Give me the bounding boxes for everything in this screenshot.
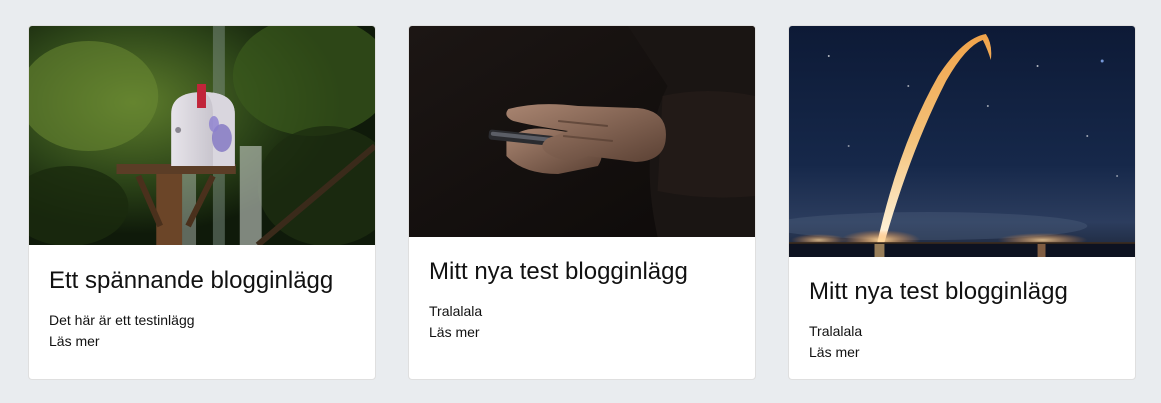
- post-excerpt: Tralalala: [809, 323, 863, 339]
- post-excerpt: Tralalala: [429, 303, 483, 319]
- read-more-link[interactable]: Läs mer: [49, 331, 355, 352]
- read-more-link[interactable]: Läs mer: [429, 322, 735, 343]
- post-title: Mitt nya test blogginlägg: [429, 258, 688, 285]
- post-excerpt: Det här är ett testinlägg: [49, 312, 195, 328]
- phone-hands-image[interactable]: [409, 26, 755, 237]
- blog-post-card[interactable]: Ett spännande blogginlägg Det här är ett…: [28, 25, 376, 380]
- read-more-link[interactable]: Läs mer: [809, 342, 1115, 363]
- mailbox-image[interactable]: [29, 26, 375, 245]
- blog-post-card[interactable]: Mitt nya test blogginlägg Tralalala Läs …: [788, 25, 1136, 380]
- blog-post-card[interactable]: Mitt nya test blogginlägg Tralalala Läs …: [408, 25, 756, 380]
- post-title: Mitt nya test blogginlägg: [809, 278, 1068, 305]
- blog-post-grid: Ett spännande blogginlägg Det här är ett…: [0, 0, 1161, 403]
- rocket-launch-image[interactable]: [789, 26, 1135, 257]
- post-title: Ett spännande blogginlägg: [49, 267, 334, 294]
